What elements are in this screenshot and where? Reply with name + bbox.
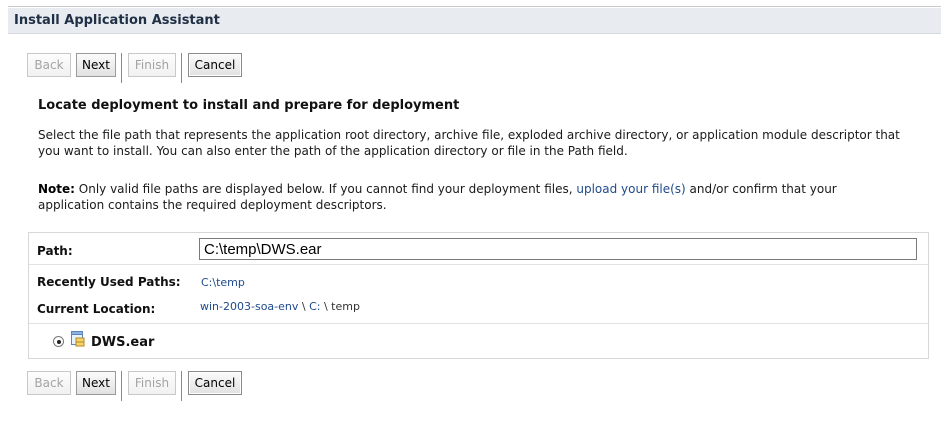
section-heading: Locate deployment to install and prepare…: [38, 98, 460, 113]
archive-file-icon: [71, 331, 85, 347]
separator: [121, 371, 122, 401]
cancel-button[interactable]: Cancel: [188, 371, 242, 395]
location-host-link[interactable]: win-2003-soa-env: [200, 300, 298, 313]
path-input[interactable]: [199, 238, 917, 260]
title-bar: Install Application Assistant: [8, 8, 941, 34]
next-button[interactable]: Next: [76, 371, 116, 395]
back-button[interactable]: Back: [27, 371, 71, 395]
back-button[interactable]: Back: [27, 53, 71, 77]
top-border: [8, 6, 941, 7]
recent-path-link[interactable]: C:\temp: [201, 276, 245, 289]
cancel-button[interactable]: Cancel: [188, 53, 242, 77]
note-text: Only valid file paths are displayed belo…: [74, 182, 577, 196]
page-title: Install Application Assistant: [14, 13, 220, 28]
path-panel: Path: Recently Used Paths: C:\temp Curre…: [28, 232, 929, 359]
description-line: Select the file path that represents the…: [38, 128, 900, 142]
location-folder: \ temp: [320, 300, 360, 313]
upload-files-link[interactable]: upload your file(s): [576, 182, 685, 196]
separator: [121, 53, 122, 83]
description: Select the file path that represents the…: [38, 127, 928, 159]
separator: [181, 371, 182, 401]
note: Note: Only valid file paths are displaye…: [38, 181, 928, 213]
current-location-label: Current Location:: [37, 302, 156, 316]
recent-paths-label: Recently Used Paths:: [37, 275, 181, 289]
separator: [181, 53, 182, 83]
note-text: and/or confirm that your: [685, 182, 837, 196]
row-divider: [29, 323, 928, 324]
location-separator: \: [298, 300, 310, 313]
current-location: win-2003-soa-env \ C: \ temp: [200, 300, 360, 313]
row-divider: [29, 264, 928, 265]
file-radio-button[interactable]: [53, 336, 64, 347]
location-drive-link[interactable]: C:: [309, 300, 320, 313]
path-label: Path:: [37, 244, 73, 258]
description-line: you want to install. You can also enter …: [38, 144, 628, 158]
finish-button[interactable]: Finish: [128, 371, 176, 395]
file-name[interactable]: DWS.ear: [91, 335, 154, 350]
next-button[interactable]: Next: [76, 53, 116, 77]
note-line: application contains the required deploy…: [38, 198, 387, 212]
note-label: Note:: [38, 182, 75, 196]
note-line: Note: Only valid file paths are displaye…: [38, 181, 928, 197]
finish-button[interactable]: Finish: [128, 53, 176, 77]
